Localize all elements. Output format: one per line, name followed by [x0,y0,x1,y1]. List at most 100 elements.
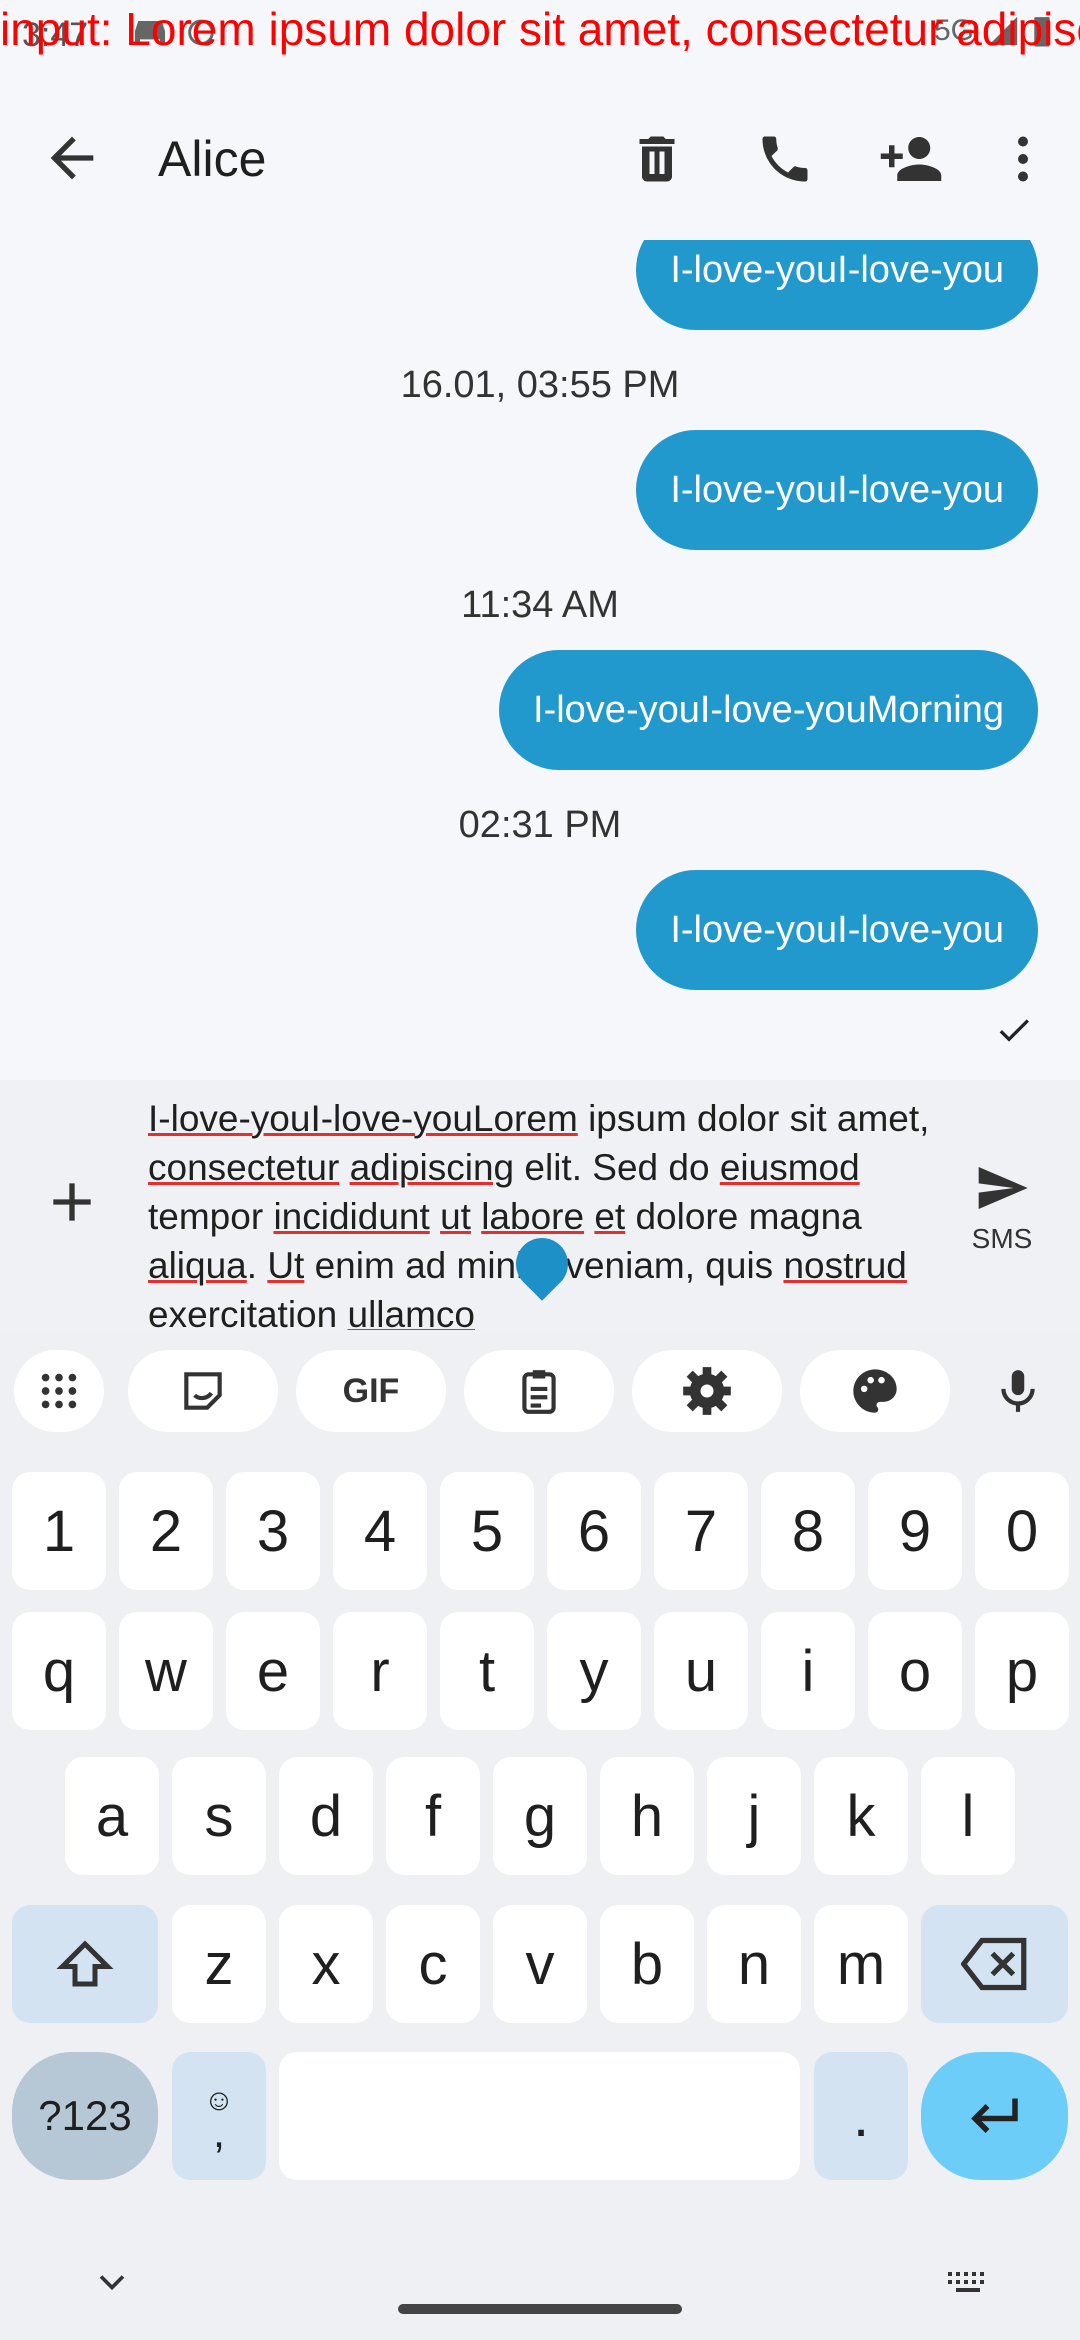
conversation-appbar: Alice [0,80,1080,240]
key-w[interactable]: w [119,1612,213,1730]
key-e[interactable]: e [226,1612,320,1730]
hide-keyboard-button[interactable] [90,2260,134,2309]
keyboard-switch-button[interactable] [944,2260,992,2309]
key-i[interactable]: i [761,1612,855,1730]
key-m[interactable]: m [814,1905,908,2023]
text-run: incididunt [273,1196,430,1237]
home-indicator[interactable] [398,2304,682,2314]
send-label: SMS [971,1223,1033,1254]
keyboard-clipboard-button[interactable] [464,1350,614,1432]
key-g[interactable]: g [493,1757,587,1875]
sent-check-icon [999,1019,1029,1042]
key-4[interactable]: 4 [333,1472,427,1590]
emoji-comma-key[interactable]: ☺ , [172,2052,266,2180]
key-q[interactable]: q [12,1612,106,1730]
keyboard-settings-button[interactable] [632,1350,782,1432]
key-u[interactable]: u [654,1612,748,1730]
key-r[interactable]: r [333,1612,427,1730]
key-t[interactable]: t [440,1612,534,1730]
soft-keyboard: GIF 1 2 3 4 5 6 7 8 9 0 q w e r t y u i … [0,1330,1080,2340]
key-f[interactable]: f [386,1757,480,1875]
delete-button[interactable] [622,124,692,194]
key-6[interactable]: 6 [547,1472,641,1590]
keyboard-sticker-button[interactable] [128,1350,278,1432]
person-add-icon [880,137,942,181]
text-run: consectetur [148,1147,340,1188]
key-a[interactable]: a [65,1757,159,1875]
phone-icon [762,136,808,182]
keyboard-apps-button[interactable] [14,1350,104,1432]
key-p[interactable]: p [975,1612,1069,1730]
symbols-key[interactable]: ?123 [12,2052,158,2180]
message-bubble[interactable]: I-love-youI-love-youMorning [499,650,1038,770]
navigation-bar [0,2240,1080,2340]
more-options-button[interactable] [988,124,1058,194]
key-c[interactable]: c [386,1905,480,2023]
message-timestamp: 16.01, 03:55 PM [400,364,680,406]
text-run: elit. Sed do [514,1147,720,1188]
key-y[interactable]: y [547,1612,641,1730]
key-k[interactable]: k [814,1757,908,1875]
text-run: Ut [267,1245,305,1286]
key-d[interactable]: d [279,1757,373,1875]
shift-icon [56,1940,114,1987]
text-run: et [594,1196,626,1237]
backspace-icon [960,1937,1026,1991]
text-run: . [246,1245,268,1286]
text-run: exercitation [148,1294,348,1330]
key-b[interactable]: b [600,1905,694,2023]
add-contact-button[interactable] [876,124,946,194]
text-run [471,1196,481,1237]
arrow-back-icon [50,136,94,180]
key-n[interactable]: n [707,1905,801,2023]
message-list[interactable]: I-love-youI-love-you 16.01, 03:55 PM I-l… [0,240,1080,1080]
key-2[interactable]: 2 [119,1472,213,1590]
more-vert-icon [1018,136,1028,182]
send-icon [978,1167,1028,1209]
key-8[interactable]: 8 [761,1472,855,1590]
key-v[interactable]: v [493,1905,587,2023]
keyboard-voice-button[interactable] [968,1350,1068,1432]
key-l[interactable]: l [921,1757,1015,1875]
settings-icon [683,1367,731,1415]
backspace-key[interactable] [921,1905,1068,2023]
back-button[interactable] [40,126,104,190]
space-bar[interactable] [279,2052,800,2180]
key-s[interactable]: s [172,1757,266,1875]
key-o[interactable]: o [868,1612,962,1730]
trash-icon [639,136,675,182]
key-x[interactable]: x [279,1905,373,2023]
key-5[interactable]: 5 [440,1472,534,1590]
clipboard-icon [522,1370,556,1414]
text-run: I-love-youI-love-youLorem [148,1098,578,1139]
mic-icon [1001,1370,1035,1412]
message-bubble[interactable]: I-love-youI-love-you [636,240,1038,330]
key-9[interactable]: 9 [868,1472,962,1590]
text-run: ullamco [347,1294,476,1330]
enter-key[interactable] [921,2052,1068,2180]
text-run: dolore magna [625,1196,862,1237]
shift-key[interactable] [12,1905,158,2023]
sticker-icon [184,1372,222,1410]
attach-button[interactable] [40,1170,104,1234]
key-1[interactable]: 1 [12,1472,106,1590]
text-run: eiusmod [719,1147,860,1188]
key-j[interactable]: j [707,1757,801,1875]
send-button[interactable]: SMS [952,1160,1052,1255]
message-bubble[interactable]: I-love-youI-love-you [636,870,1038,990]
debug-input-overlay: input: Lorem ipsum dolor sit amet, conse… [0,3,1080,55]
text-run: aliqua [148,1245,247,1286]
message-timestamp: 02:31 PM [458,804,622,846]
text-run: labore [481,1196,585,1237]
key-z[interactable]: z [172,1905,266,2023]
call-button[interactable] [750,124,820,194]
message-bubble[interactable]: I-love-youI-love-you [636,430,1038,550]
keyboard-gif-button[interactable]: GIF [296,1350,446,1432]
key-h[interactable]: h [600,1757,694,1875]
key-0[interactable]: 0 [975,1472,1069,1590]
period-key[interactable]: . [814,2052,908,2180]
key-7[interactable]: 7 [654,1472,748,1590]
text-run: ut [440,1196,471,1237]
keyboard-theme-button[interactable] [800,1350,950,1432]
key-3[interactable]: 3 [226,1472,320,1590]
